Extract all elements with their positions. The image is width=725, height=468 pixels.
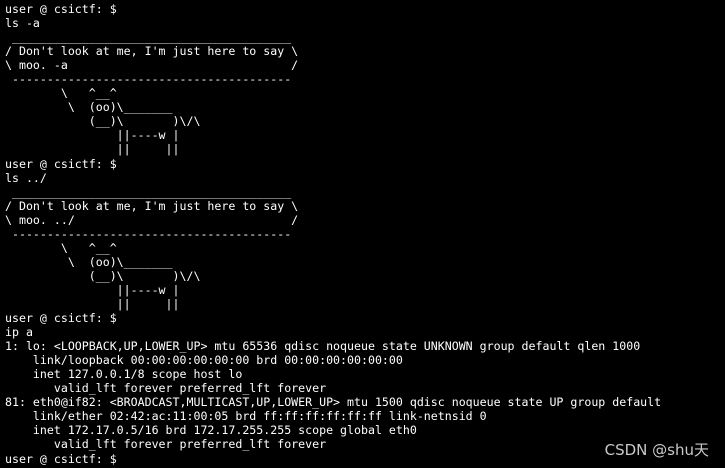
- cowsay-line: ||----w |: [5, 128, 180, 143]
- output-line: link/ether 02:42:ac:11:00:05 brd ff:ff:f…: [5, 409, 487, 424]
- output-line: 1: lo: <LOOPBACK,UP,LOWER_UP> mtu 65536 …: [5, 339, 641, 354]
- prompt-line: user @ csictf: $: [5, 311, 117, 326]
- cowsay-line: ________________________________________: [5, 184, 292, 199]
- cowsay-line: ----------------------------------------: [5, 226, 292, 241]
- output-line: link/loopback 00:00:00:00:00:00 brd 00:0…: [5, 353, 403, 368]
- cowsay-line: ________________________________________: [5, 30, 292, 45]
- command-line: ls ../: [5, 170, 47, 185]
- cowsay-line: ----------------------------------------: [5, 72, 292, 87]
- cowsay-line: ||----w |: [5, 282, 180, 297]
- cowsay-line: \ moo. ../ /: [5, 212, 299, 227]
- prompt-line: user @ csictf: $: [5, 2, 117, 16]
- cowsay-line: \ (oo)\_______: [5, 100, 173, 115]
- cowsay-line: || ||: [5, 296, 180, 311]
- cowsay-line: (__)\ )\/\: [5, 114, 201, 129]
- output-line: valid_lft forever preferred_lft forever: [5, 437, 327, 452]
- cowsay-line: || ||: [5, 142, 180, 157]
- cowsay-line: (__)\ )\/\: [5, 268, 201, 283]
- output-line: inet 127.0.0.1/8 scope host lo: [5, 367, 243, 382]
- cowsay-line: \ ^__^: [5, 240, 117, 255]
- output-line: valid_lft forever preferred_lft forever: [5, 381, 327, 396]
- prompt-line: user @ csictf: $: [5, 156, 117, 171]
- output-line: 81: eth0@if82: <BROADCAST,MULTICAST,UP,L…: [5, 395, 662, 410]
- output-line: inet 172.17.0.5/16 brd 172.17.255.255 sc…: [5, 423, 417, 438]
- terminal-window[interactable]: user @ csictf: $ ls -a __________________…: [0, 0, 725, 468]
- cowsay-line: / Don't look at me, I'm just here to say…: [5, 198, 299, 213]
- prompt-line: user @ csictf: $: [5, 451, 117, 466]
- command-line: ls -a: [5, 16, 40, 31]
- cowsay-line: \ (oo)\_______: [5, 254, 173, 269]
- scrollbar[interactable]: [712, 0, 725, 468]
- cowsay-line: \ ^__^: [5, 86, 117, 101]
- watermark-text: CSDN @shu天: [604, 441, 709, 459]
- command-line: ip a: [5, 325, 33, 340]
- cowsay-line: / Don't look at me, I'm just here to say…: [5, 44, 299, 59]
- terminal-output: user @ csictf: $ ls -a __________________…: [5, 2, 661, 466]
- cowsay-line: \ moo. -a /: [5, 58, 299, 73]
